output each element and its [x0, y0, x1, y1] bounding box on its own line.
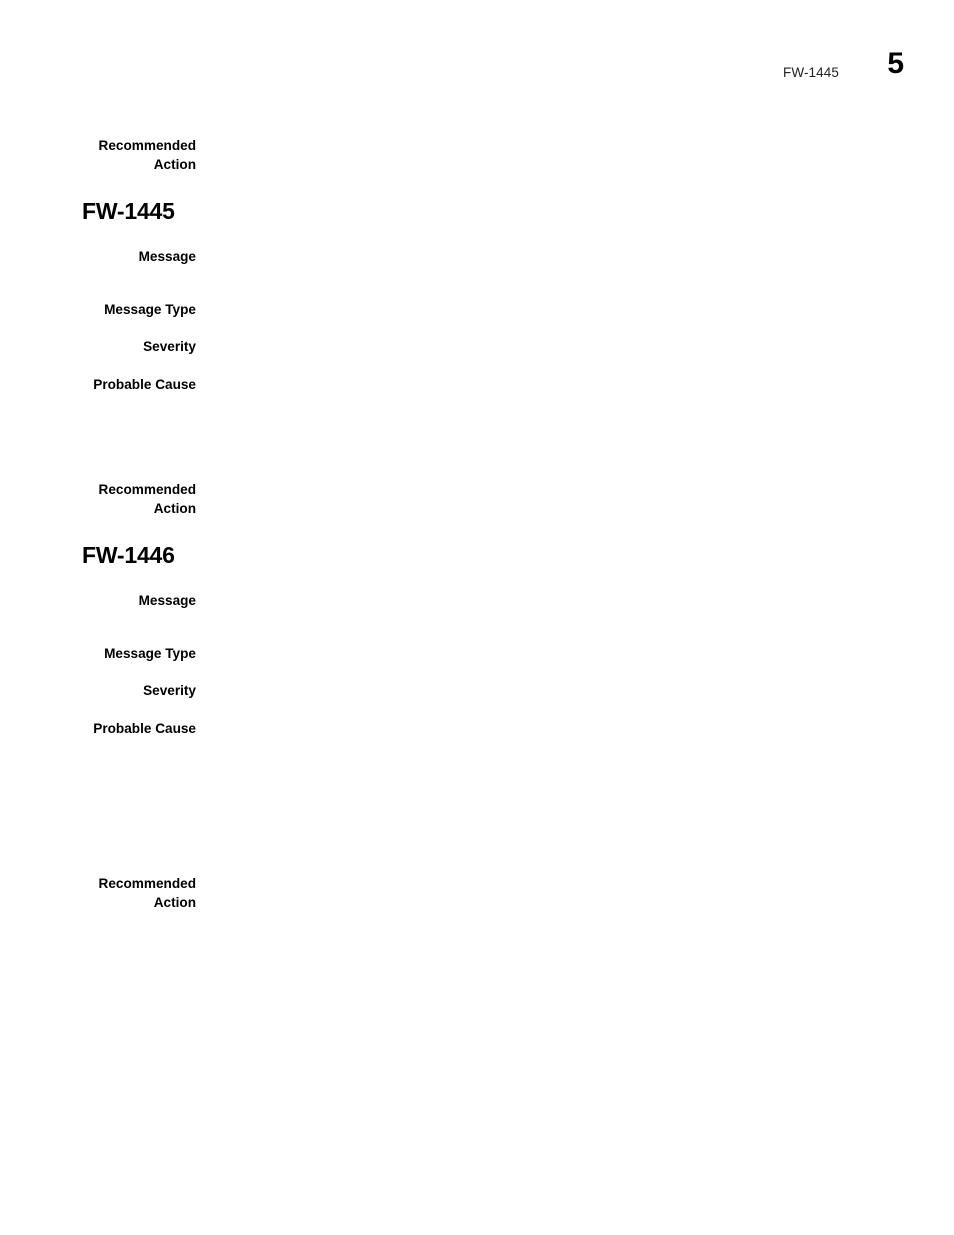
field-value-severity	[214, 681, 904, 682]
field-label-probable-cause: Probable Cause	[93, 377, 196, 392]
field-value-message-type	[214, 300, 904, 301]
field-label-probable-cause: Probable Cause	[93, 721, 196, 736]
section-heading-fw-1446: FW-1446	[82, 542, 175, 568]
field-label-severity: Severity	[143, 339, 196, 354]
field-label-message: Message	[138, 593, 196, 608]
field-value-recommended-action	[214, 480, 904, 481]
field-value-severity	[214, 337, 904, 338]
field-value-message-type	[214, 644, 904, 645]
field-label-recommended-action: Recommended Action	[98, 482, 196, 516]
field-label-message-type: Message Type	[104, 646, 196, 661]
field-label-message: Message	[138, 249, 196, 264]
field-label-severity: Severity	[143, 683, 196, 698]
field-value-probable-cause	[214, 375, 904, 376]
field-label-message-type: Message Type	[104, 302, 196, 317]
section-heading-fw-1445: FW-1445	[82, 198, 175, 224]
document-page: FW-1445 5 Recommended Action FW-1445 Mes…	[0, 0, 954, 1235]
page-number: 5	[887, 47, 904, 80]
field-value-message	[214, 247, 904, 248]
field-value-message	[214, 591, 904, 592]
field-value-recommended-action	[214, 136, 904, 137]
field-value-probable-cause	[214, 719, 904, 720]
field-label-recommended-action: Recommended Action	[98, 876, 196, 910]
page-header: FW-1445 5	[0, 49, 954, 98]
header-message-reference: FW-1445	[783, 65, 839, 80]
field-value-recommended-action	[214, 874, 904, 875]
field-label-recommended-action: Recommended Action	[98, 138, 196, 172]
